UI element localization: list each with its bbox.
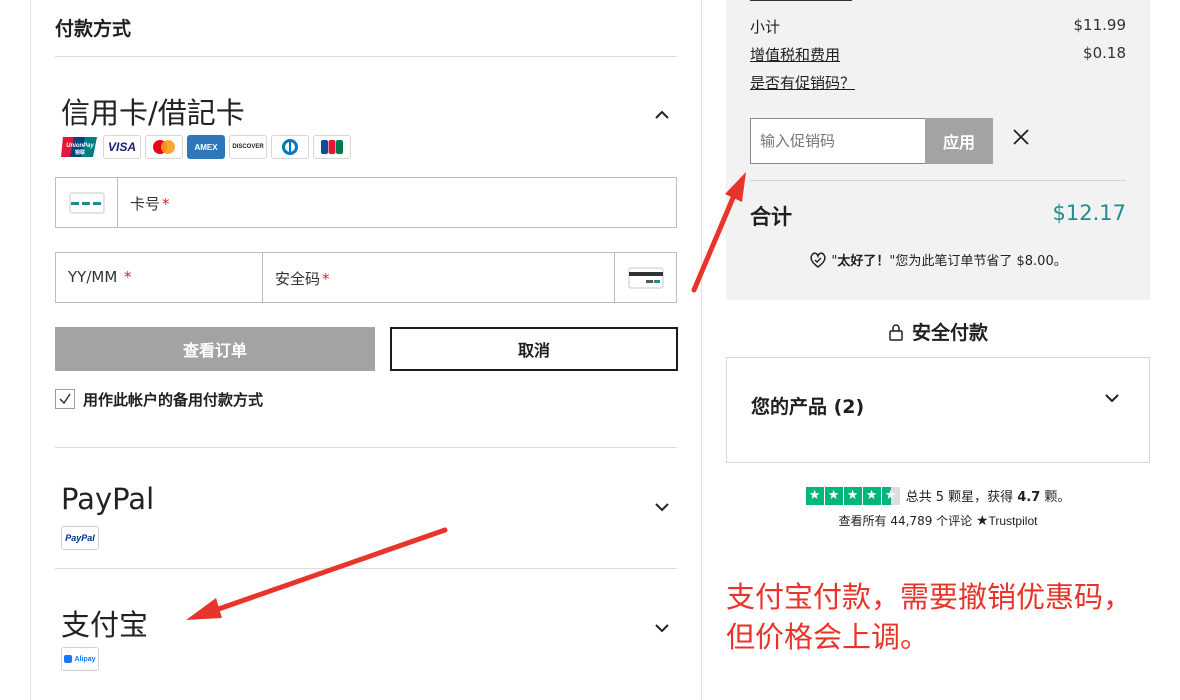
chevron-down-icon[interactable] [1105,388,1119,407]
tax-value: $0.18 [1083,44,1126,62]
total-label: 合计 [750,205,792,229]
star-icon: ★ [843,486,862,505]
card-number-label: 卡号 * [130,195,170,213]
lock-icon [889,323,903,341]
savings-message: "太好了！"您为此笔订单节省了 $8.00。 [726,250,1150,269]
divider [750,180,1126,181]
trustpilot-reviews-link[interactable]: 查看所有 44,789 个评论 ★Trustpilot [726,512,1150,529]
subtotal-value: $11.99 [1073,16,1127,34]
your-products-accordion[interactable]: 您的产品 (2) [726,357,1150,463]
star-icon: ★ [805,486,824,505]
divider [750,0,852,1]
visa-icon: VISA [103,135,141,159]
check-icon [59,393,71,405]
rating-summary: 总共 5 颗星，获得 4.7 颗。 [905,490,1071,505]
diners-icon [271,135,309,159]
payment-section-title: 付款方式 [55,18,132,40]
products-title: 您的产品 (2) [751,396,865,418]
unionpay-icon: UnionPay 银联 [61,135,99,159]
paypal-logo-icon: PayPal [61,526,99,550]
alipay-method-title[interactable]: 支付宝 [61,602,148,644]
half-star-icon: ★ [881,486,900,505]
svg-text:银联: 银联 [74,149,85,156]
mastercard-icon [145,135,183,159]
checkout-page: 付款方式 信用卡/借記卡 UnionPay 银联 VISA AMEX DISCO… [0,0,1180,700]
divider [55,568,677,569]
cancel-button[interactable]: 取消 [390,327,678,371]
alipay-logo-icon: Alipay [61,647,99,671]
chevron-down-icon[interactable] [655,623,669,635]
star-icon: ★ [862,486,881,505]
star-icon: ★ [824,486,843,505]
amex-icon: AMEX [187,135,225,159]
card-brand-list: UnionPay 银联 VISA AMEX DISCOVER [61,135,351,159]
backup-payment-label: 用作此帐户的备用付款方式 [83,391,264,409]
card-method-title[interactable]: 信用卡/借記卡 [61,90,245,132]
heart-badge-icon [810,252,826,268]
divider [55,447,677,448]
tax-label[interactable]: 增值税和费用 [750,44,840,65]
subtotal-label: 小计 [750,18,781,36]
trustpilot-rating: ★ ★ ★ ★ ★ 总共 5 颗星，获得 4.7 颗。 [726,486,1150,505]
expiry-field[interactable]: YY/MM * [55,252,263,303]
payment-panel: 付款方式 信用卡/借記卡 UnionPay 银联 VISA AMEX DISCO… [30,0,702,700]
svg-text:UnionPay: UnionPay [66,143,94,149]
cvv-label: 安全码 * [275,270,330,288]
promo-code-input[interactable] [750,118,926,164]
discover-icon: DISCOVER [229,135,267,159]
total-value: $12.17 [1052,201,1126,225]
review-order-button[interactable]: 查看订单 [55,327,375,371]
divider [55,56,677,57]
card-icon [56,178,118,227]
card-number-field[interactable]: 卡号 * [55,177,677,228]
annotation-note: 支付宝付款，需要撤销优惠码， 但价格会上调。 [726,577,1132,657]
expiry-label: YY/MM * [68,268,132,286]
jcb-icon [313,135,351,159]
chevron-down-icon[interactable] [655,502,669,514]
annotation-line: 支付宝付款，需要撤销优惠码， [726,580,1133,614]
order-summary: 小计 $11.99 增值税和费用 $0.18 是否有促销码？ 应用 合计 $12… [726,0,1150,300]
apply-promo-button[interactable]: 应用 [925,118,993,164]
cvv-card-icon [614,253,676,302]
promo-question-link[interactable]: 是否有促销码？ [750,72,855,93]
paypal-method-title[interactable]: PayPal [61,482,154,516]
cvv-field[interactable]: 安全码 * [262,252,677,303]
backup-payment-checkbox[interactable] [55,389,75,409]
annotation-line: 但价格会上调。 [726,620,930,654]
rating-stars: ★ ★ ★ ★ ★ [805,486,900,505]
trustpilot-star-icon: ★ [975,513,989,529]
close-icon[interactable] [1012,128,1030,146]
chevron-up-icon[interactable] [655,110,669,122]
secure-payment-heading: 安全付款 [726,318,1150,345]
